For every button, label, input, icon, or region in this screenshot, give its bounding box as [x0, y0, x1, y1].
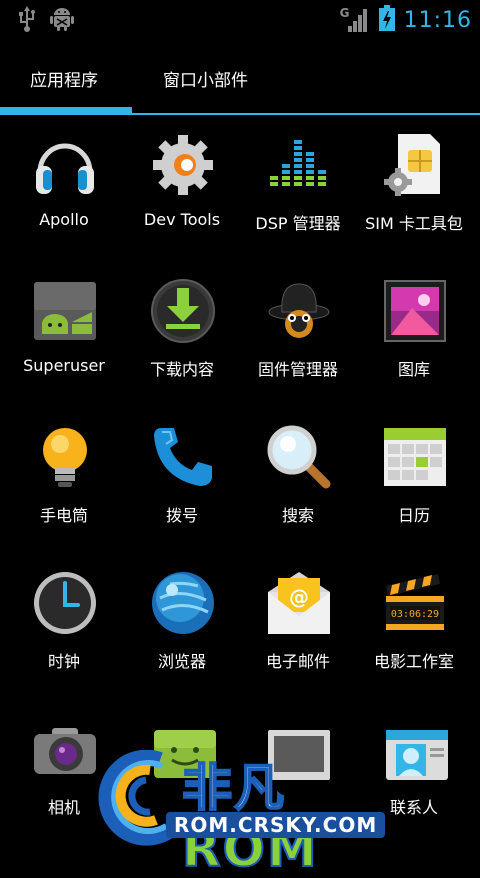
app-downloads[interactable]: 下载内容	[122, 262, 242, 392]
app-apollo[interactable]: Apollo	[4, 116, 124, 246]
app-email[interactable]: @ 电子邮件	[238, 554, 358, 684]
headphones-icon	[32, 132, 98, 198]
app-flashlight[interactable]: 手电筒	[4, 408, 124, 538]
app-sim-toolkit[interactable]: SIM 卡工具包	[354, 116, 474, 246]
battery-charging-icon	[378, 4, 396, 36]
app-label: DSP 管理器	[255, 214, 341, 233]
app-label: 搜索	[281, 506, 314, 525]
clapperboard-timecode: 03:06:29	[391, 609, 439, 620]
lightbulb-icon	[32, 424, 98, 490]
usb-icon	[18, 6, 36, 36]
watermark-text-a: 非凡	[181, 758, 286, 818]
app-label: 电影工作室	[373, 652, 454, 671]
app-label: Superuser	[23, 356, 105, 375]
status-bar: G 11:16	[0, 0, 480, 38]
app-dialer[interactable]: 拨号	[122, 408, 242, 538]
android-icon	[32, 278, 98, 344]
app-label: 固件管理器	[257, 360, 338, 379]
watermark-logo: 非凡ROM ROM.CRSKY.COM	[90, 748, 410, 878]
calendar-icon	[382, 424, 448, 490]
gallery-icon	[382, 278, 448, 344]
app-calendar[interactable]: 日历	[354, 408, 474, 538]
app-label: Apollo	[39, 210, 89, 229]
app-label: SIM 卡工具包	[365, 214, 463, 233]
equalizer-icon	[266, 132, 332, 198]
tab-apps[interactable]: 应用程序	[30, 66, 98, 91]
app-label: 日历	[397, 506, 430, 525]
sim-card-icon	[382, 132, 448, 198]
android-debug-icon	[50, 6, 74, 36]
app-browser[interactable]: 浏览器	[122, 554, 242, 684]
app-label: 电子邮件	[265, 652, 330, 671]
clockwork-hat-icon	[266, 278, 332, 344]
app-label: 浏览器	[157, 652, 206, 671]
clapperboard-icon: 03:06:29	[382, 570, 448, 636]
camera-icon	[32, 716, 98, 782]
app-movie-studio[interactable]: 03:06:29 电影工作室	[354, 554, 474, 684]
app-dsp-manager[interactable]: DSP 管理器	[238, 116, 358, 246]
watermark-url: ROM.CRSKY.COM	[166, 812, 386, 838]
app-search[interactable]: 搜索	[238, 408, 358, 538]
gear-icon	[150, 132, 216, 198]
phone-icon	[150, 424, 216, 490]
signal-icon: G	[340, 6, 370, 34]
clock-time: 11:16	[403, 7, 472, 33]
app-label: 时钟	[47, 652, 80, 671]
app-label: Dev Tools	[143, 210, 221, 229]
app-clock[interactable]: 时钟	[4, 554, 124, 684]
app-label: 图库	[397, 360, 430, 379]
app-gallery[interactable]: 图库	[354, 262, 474, 392]
app-rom-manager[interactable]: 固件管理器	[238, 262, 358, 392]
email-at-symbol: @	[289, 585, 309, 609]
globe-icon	[150, 570, 216, 636]
app-superuser[interactable]: Superuser	[4, 262, 124, 392]
app-grid: Apollo Dev Tools DSP 管理器 SIM 卡工具包 Superu…	[0, 116, 480, 854]
app-label: 手电筒	[39, 506, 88, 525]
download-icon	[150, 278, 216, 344]
email-icon: @	[266, 570, 332, 636]
tab-widgets[interactable]: 窗口小部件	[163, 66, 248, 91]
clock-icon	[32, 570, 98, 636]
tab-bar: 应用程序 窗口小部件	[0, 38, 480, 116]
app-label: 下载内容	[149, 360, 214, 379]
app-label: 拨号	[165, 506, 198, 525]
app-dev-tools[interactable]: Dev Tools	[122, 116, 242, 246]
tab-selected-indicator	[0, 107, 132, 114]
magnifier-icon	[266, 424, 332, 490]
